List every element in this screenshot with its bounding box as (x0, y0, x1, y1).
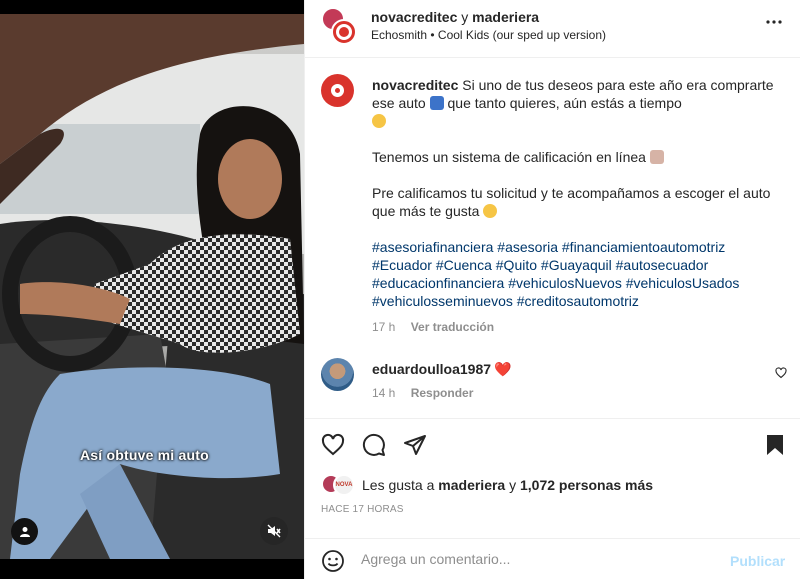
liker-avatars[interactable]: NOVA (321, 474, 359, 498)
user-tag-icon[interactable] (11, 518, 38, 545)
hashtag[interactable]: #Quito (496, 257, 537, 273)
action-bar (305, 418, 800, 478)
dot-separator: • (430, 28, 435, 42)
song-title: Cool Kids (our sped up version) (437, 28, 607, 42)
comment-content: eduardoulloa1987 ❤️ (372, 361, 511, 378)
publish-button[interactable]: Publicar (730, 553, 785, 569)
see-translation-link[interactable]: Ver traducción (411, 320, 494, 334)
post-panel: novacreditec y maderiera Echosmith • Coo… (304, 0, 800, 579)
hashtag[interactable]: #Ecuador (372, 257, 432, 273)
hashtag[interactable]: #asesoria (497, 239, 558, 255)
video-illustration (0, 14, 304, 559)
avatar[interactable]: NOVA (333, 474, 355, 496)
likes-text: Les gusta a maderiera y 1,072 personas m… (362, 477, 653, 493)
like-icon[interactable] (321, 433, 345, 460)
post-header: novacreditec y maderiera Echosmith • Coo… (305, 0, 800, 58)
collaborator-link[interactable]: maderiera (472, 9, 539, 25)
bookmark-filled-icon[interactable] (763, 433, 787, 460)
post-media[interactable]: Así obtuve mi auto (0, 0, 304, 579)
speaker-muted-icon[interactable] (260, 517, 288, 545)
caption-meta: 17 h Ver traducción (372, 320, 494, 334)
person-laptop-emoji-icon (649, 150, 664, 164)
hashtag[interactable]: #financiamientoautomotriz (562, 239, 725, 255)
send-icon[interactable] (403, 433, 427, 460)
connector-text: y (461, 9, 469, 25)
hashtag[interactable]: #autosecuador (616, 257, 709, 273)
hashtag-list: #asesoriafinanciera #asesoria #financiam… (372, 238, 777, 310)
hashtag[interactable]: #creditosautomotriz (517, 293, 639, 309)
hashtag[interactable]: #asesoriafinanciera (372, 239, 493, 255)
comment-input[interactable] (361, 547, 721, 571)
collab-avatars[interactable] (321, 7, 357, 45)
header-usernames: novacreditec y maderiera (371, 9, 539, 25)
video-frame[interactable]: Así obtuve mi auto (0, 14, 304, 559)
post-caption: novacreditec Si uno de tus deseos para e… (372, 76, 777, 310)
liker-username[interactable]: maderiera (438, 477, 505, 493)
car-emoji-icon (429, 96, 444, 110)
comment-username[interactable]: eduardoulloa1987 (372, 361, 491, 377)
likes-prefix: Les gusta a (362, 477, 435, 493)
smiley-icon[interactable] (321, 549, 345, 576)
avatar[interactable] (321, 74, 354, 107)
comment-like-icon[interactable] (775, 366, 787, 382)
likes-count[interactable]: 1,072 personas más (520, 477, 653, 493)
red-heart-emoji-icon: ❤️ (494, 361, 512, 377)
song-artist: Echosmith (371, 28, 428, 42)
music-info[interactable]: Echosmith • Cool Kids (our sped up versi… (371, 28, 606, 42)
caption-para2: Tenemos un sistema de calificación en lí… (372, 149, 646, 165)
reply-button[interactable]: Responder (411, 386, 474, 400)
hashtag[interactable]: #educacionfinanciera (372, 275, 504, 291)
add-comment-bar: Publicar (305, 538, 800, 579)
caption-age[interactable]: 17 h (372, 320, 395, 334)
caption-username[interactable]: novacreditec (372, 77, 458, 93)
avatar[interactable] (331, 19, 357, 45)
star-struck-emoji-icon (372, 114, 386, 128)
post-timestamp[interactable]: HACE 17 HORAS (321, 504, 404, 515)
likes-connector: y (509, 477, 517, 493)
hashtag[interactable]: #Guayaquil (541, 257, 612, 273)
hashtag[interactable]: #vehiculosseminuevos (372, 293, 513, 309)
author-link[interactable]: novacreditec (371, 9, 457, 25)
hashtag[interactable]: #vehiculosUsados (626, 275, 740, 291)
hashtag[interactable]: #Cuenca (436, 257, 492, 273)
more-options-icon[interactable] (761, 12, 787, 32)
video-caption-overlay: Así obtuve mi auto (80, 447, 209, 463)
caption-line1b: que tanto quieres, aún estás a tiempo (447, 95, 682, 111)
comment-meta: 14 h Responder (372, 386, 473, 400)
comment-icon[interactable] (362, 433, 386, 460)
caption-para3: Pre calificamos tu solicitud y te acompa… (372, 185, 771, 219)
avatar[interactable] (321, 358, 354, 391)
heart-eyes-emoji-icon (483, 204, 498, 218)
comment-age[interactable]: 14 h (372, 386, 395, 400)
hashtag[interactable]: #vehiculosNuevos (508, 275, 622, 291)
